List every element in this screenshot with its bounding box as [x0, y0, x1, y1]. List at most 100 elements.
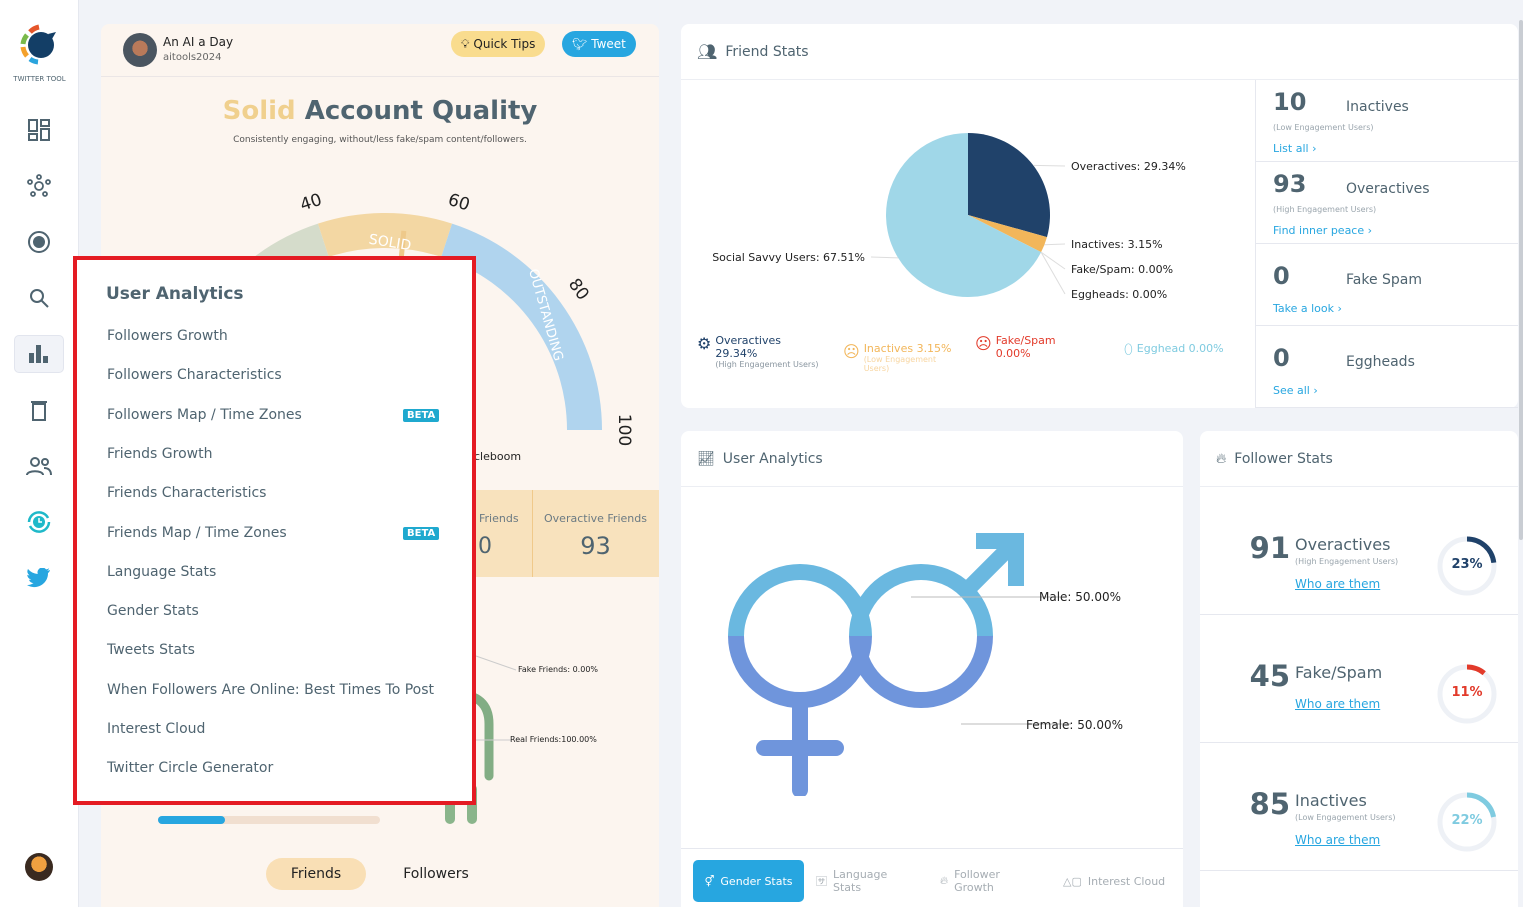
stat-link[interactable]: See all › — [1273, 384, 1318, 397]
menu-item[interactable]: Friends Characteristics — [107, 485, 266, 501]
menu-item[interactable]: Gender Stats — [107, 603, 199, 619]
female-label: Female: 50.00% — [1026, 718, 1124, 732]
stat-link[interactable]: List all › — [1273, 142, 1316, 155]
stat-label: Fake/Spam — [1295, 663, 1383, 682]
quality-level: Solid — [222, 96, 296, 126]
friend-stats-side: 10 Inactives (Low Engagement Users) List… — [1255, 80, 1518, 408]
users-icon[interactable] — [14, 447, 64, 485]
beta-badge: BETA — [403, 408, 440, 422]
scrollbar[interactable] — [1519, 20, 1523, 540]
fake-friends-label: Fake Friends: 0.00% — [518, 665, 599, 674]
tab-label: Interest Cloud — [1087, 874, 1166, 888]
legend-sub: (High Engagement Users) — [715, 360, 819, 369]
stat-count: 85 — [1249, 787, 1290, 821]
menu-item[interactable]: When Followers Are Online: Best Times To… — [107, 682, 434, 698]
tweet-label: Tweet — [591, 37, 626, 51]
follower-stat-row: 85 Inactives (Low Engagement Users) Who … — [1200, 743, 1518, 871]
legend-overactives: ⚙︎ Overactives 29.34% (High Engagement Use… — [697, 334, 819, 369]
stat-value: 0 — [478, 534, 492, 559]
stat-sub: (Low Engagement Users) — [1295, 813, 1396, 822]
stat-sub: (High Engagement Users) — [1295, 557, 1399, 566]
friends-icon: 👥︎ — [697, 42, 718, 61]
tab-follower-growth[interactable]: 🔥︎ Follower Growth — [940, 860, 1030, 902]
dashboard-icon[interactable] — [14, 111, 64, 149]
legend-title: Egghead 0.00% — [1136, 342, 1224, 355]
legend-title: Overactives — [715, 334, 781, 347]
legend-egghead: ⬯ Egghead 0.00% — [1124, 342, 1224, 358]
percent-label: 11% — [1451, 685, 1483, 700]
gauge-tick-label: 100 — [614, 414, 634, 446]
legend-title: Fake/Spam — [995, 334, 1056, 347]
menu-item[interactable]: Language Stats — [107, 564, 216, 580]
stat-value: 93 — [580, 532, 611, 560]
legend-value: 29.34% — [715, 347, 758, 360]
menu-item[interactable]: Followers Map / Time Zones — [107, 407, 302, 423]
quick-tips-button[interactable]: 💡︎ Quick Tips — [451, 31, 546, 57]
logo-text: TWITTER TOOL — [13, 75, 66, 83]
gender-symbols — [728, 533, 1071, 796]
card-title: Friend Stats — [725, 43, 809, 60]
search-icon[interactable] — [14, 279, 64, 317]
pie-leader-line — [1040, 251, 1066, 270]
tab-language-stats[interactable]: 🈂︎ Language Stats — [816, 860, 916, 902]
who-are-them-link[interactable]: Who are them — [1295, 697, 1380, 711]
stat-count: 45 — [1249, 659, 1290, 693]
menu-item[interactable]: Interest Cloud — [107, 721, 205, 737]
stat-row: 93 Overactives (High Engagement Users) F… — [1256, 162, 1518, 244]
stat-label: Overactives — [1295, 535, 1391, 554]
divider — [681, 848, 1183, 849]
menu-item[interactable]: Friends Map / Time Zones — [107, 525, 287, 541]
pie-leader-line — [1040, 251, 1066, 295]
profile-avatar — [123, 33, 157, 67]
trash-icon[interactable] — [14, 391, 64, 429]
percent-label: 22% — [1451, 813, 1483, 828]
fire-icon: 🔥︎ — [940, 874, 949, 887]
real-friends-label: Real Friends:100.00% — [510, 735, 597, 744]
pie-leader-line — [1044, 243, 1066, 246]
tab-friends[interactable]: Friends — [266, 858, 366, 890]
bar-chart-icon[interactable] — [14, 335, 64, 373]
stat-label: Fake Spam — [1346, 272, 1423, 288]
sidebar: TWITTER TOOL — [0, 0, 79, 907]
tab-gender-stats[interactable]: ⚥ Gender Stats — [693, 860, 804, 902]
stat-link[interactable]: Find inner peace › — [1273, 224, 1372, 237]
egg-icon: ⬯ — [1124, 342, 1133, 358]
legend-inactives: ☹︎ Inactives 3.15% (Low Engagement Users) — [843, 342, 963, 373]
pie-label: Fake/Spam: 0.00% — [1071, 263, 1173, 276]
stat-label: Friends — [479, 512, 519, 525]
stat-link[interactable]: Take a look › — [1273, 302, 1342, 315]
shapes-icon: △▢ — [1063, 874, 1082, 888]
divider — [101, 76, 659, 77]
twitter-icon[interactable] — [14, 559, 64, 597]
menu-item[interactable]: Tweets Stats — [107, 642, 195, 658]
menu-item[interactable]: Followers Growth — [107, 328, 228, 344]
follower-stat-row: 91 Overactives (High Engagement Users) W… — [1200, 487, 1518, 615]
pie-leader-line — [1033, 164, 1066, 167]
user-avatar[interactable] — [25, 853, 53, 881]
menu-item[interactable]: Twitter Circle Generator — [107, 760, 273, 776]
tab-followers[interactable]: Followers — [386, 858, 486, 890]
quick-tips-label: Quick Tips — [473, 37, 536, 51]
menu-item[interactable]: Followers Characteristics — [107, 367, 282, 383]
tab-label: Follower Growth — [954, 868, 1000, 894]
brain-icon: ⚙︎ — [697, 334, 712, 353]
legend-value: 0.00% — [995, 347, 1031, 360]
lightbulb-icon: 💡︎ — [461, 36, 470, 51]
stat-count: 93 — [1273, 170, 1307, 198]
legend-sub: (Low Engagement Users) — [863, 355, 937, 373]
user-analytics-menu: User Analytics Followers Growth Followers… — [73, 256, 476, 805]
target-icon[interactable] — [14, 223, 64, 261]
who-are-them-link[interactable]: Who are them — [1295, 833, 1380, 847]
translate-icon: 🈂︎ — [816, 875, 827, 888]
page-title: Solid Account Quality — [101, 96, 659, 126]
twitter-icon: 🐦︎ — [572, 37, 588, 51]
pie-leader-line — [870, 256, 899, 259]
tab-interest-cloud[interactable]: △▢ Interest Cloud — [1063, 860, 1178, 902]
gender-icon: ⚥ — [704, 874, 715, 888]
menu-item[interactable]: Friends Growth — [107, 446, 212, 462]
pie-label: Eggheads: 0.00% — [1071, 288, 1167, 301]
history-icon[interactable] — [14, 503, 64, 541]
tweet-button[interactable]: 🐦︎ Tweet — [562, 31, 636, 57]
who-are-them-link[interactable]: Who are them — [1295, 577, 1380, 591]
network-icon[interactable] — [14, 167, 64, 205]
